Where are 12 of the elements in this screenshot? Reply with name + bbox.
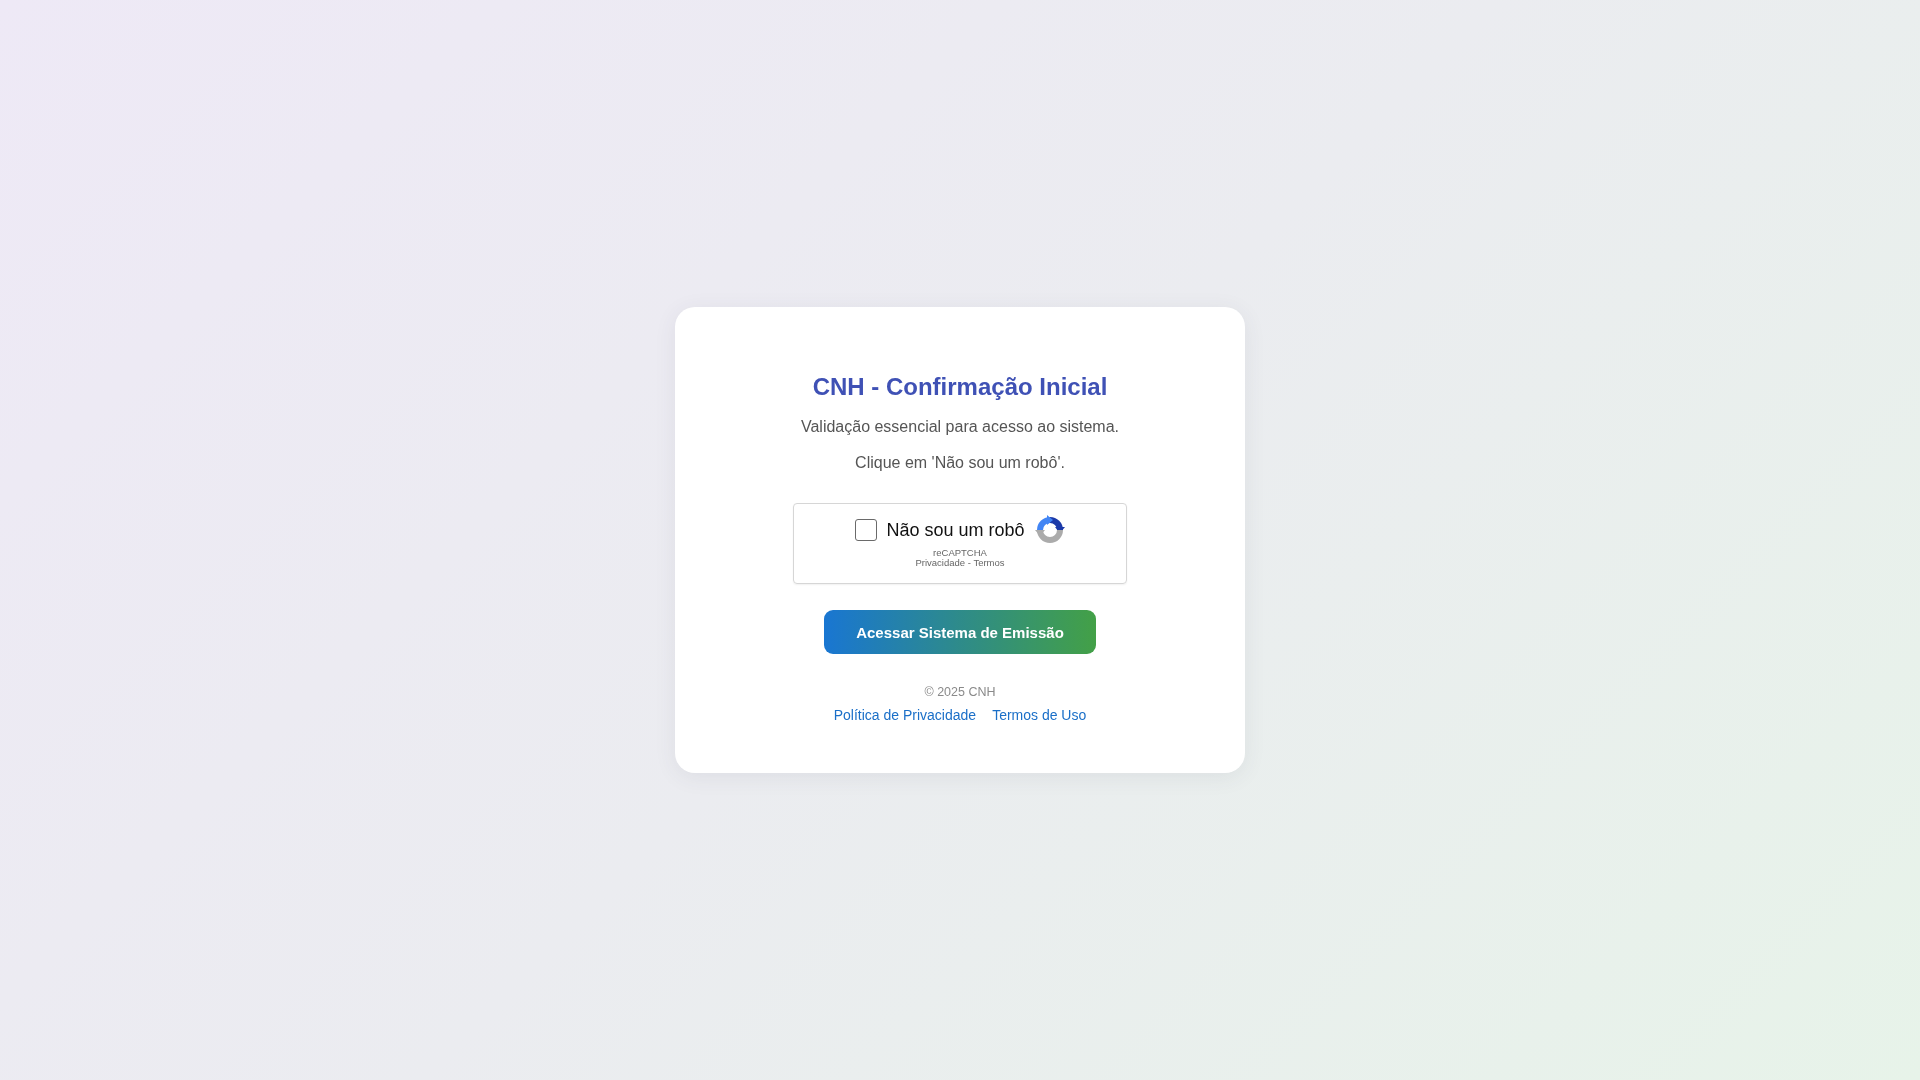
captcha-label: Não sou um robô [886,519,1025,541]
subtitle-text: Validação essencial para acesso ao sistema. [800,417,1120,437]
copyright-text: © 2025 CNH [924,684,996,700]
captcha-checkbox[interactable] [855,519,878,541]
access-system-button[interactable]: Acessar Sistema de Emissão [824,610,1096,654]
captcha-terms-text: Privacidade - Termos [915,558,1005,568]
terms-of-use-link[interactable]: Termos de Uso [992,706,1087,724]
privacy-policy-link[interactable]: Política de Privacidade [833,706,977,724]
captcha-brand-text: reCAPTCHA [933,548,987,558]
page-title: CNH - Confirmação Inicial [812,373,1108,401]
circular-arrows-icon [1034,515,1065,545]
instruction-text: Clique em 'Não sou um robô'. [855,453,1065,473]
